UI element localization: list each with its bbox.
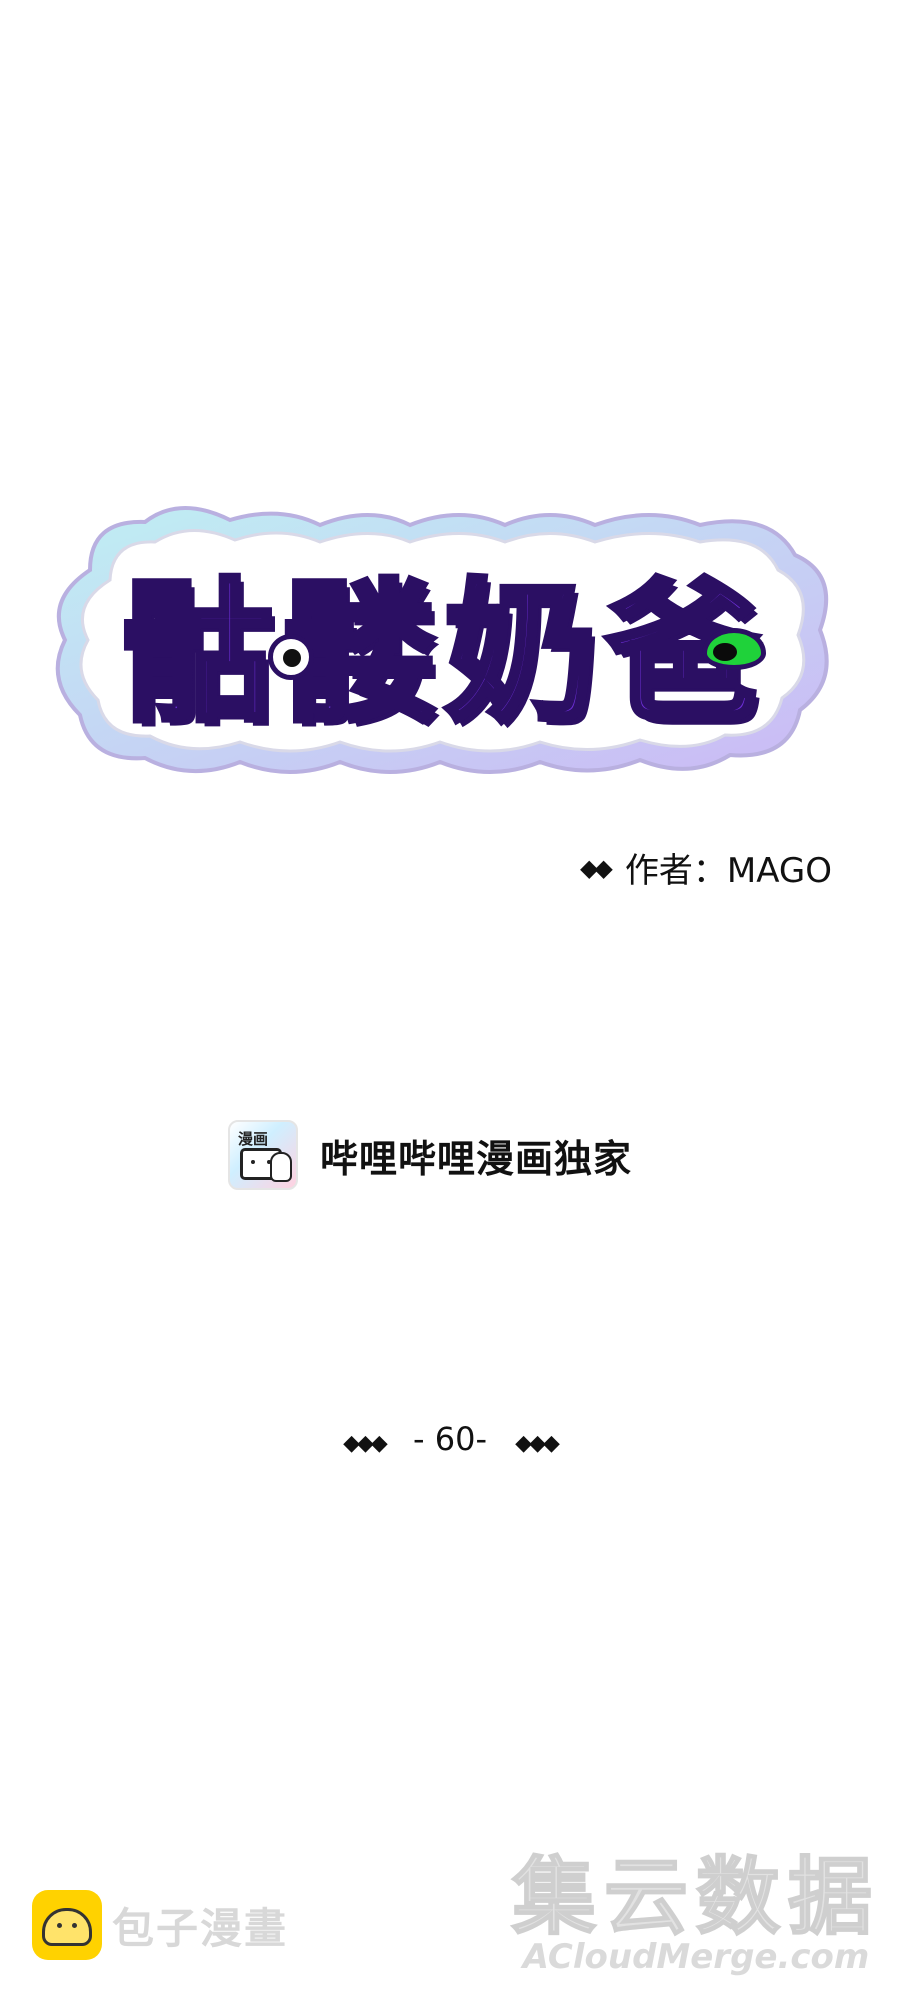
author-label: 作者：MAGO bbox=[624, 851, 832, 891]
chapter-number-text: - 60- bbox=[413, 1420, 487, 1458]
diamond-decor-icon: ◆◆ bbox=[579, 853, 613, 882]
author-line: ◆◆ 作者：MAGO bbox=[580, 843, 832, 892]
exclusive-text: 哔哩哔哩漫画独家 bbox=[320, 1136, 633, 1181]
app-icon-label: 漫画 bbox=[238, 1130, 269, 1148]
acloudmerge-cn-text: 集云数据 bbox=[511, 1848, 880, 1946]
diamond-decor-right-icon: ◆◆◆ bbox=[515, 1431, 560, 1456]
baozi-watermark-text: 包子漫畫 bbox=[112, 1903, 289, 1953]
acloudmerge-en-text: ACloudMerge.com bbox=[522, 1937, 870, 1977]
logo-green-eye-icon bbox=[702, 628, 766, 670]
bilibili-manga-app-icon: 漫画 bbox=[228, 1120, 298, 1190]
chapter-number: ◆◆◆ - 60- ◆◆◆ bbox=[0, 1420, 900, 1458]
bunny-icon bbox=[270, 1152, 292, 1182]
diamond-decor-left-icon: ◆◆◆ bbox=[343, 1431, 388, 1456]
logo-eye-icon bbox=[268, 634, 314, 680]
title-logo: 骷髅奶爸 bbox=[50, 500, 840, 780]
baozi-watermark: 包子漫畫 bbox=[32, 1890, 288, 1960]
baozi-bun-icon bbox=[32, 1890, 102, 1960]
platform-exclusive: 漫画 哔哩哔哩漫画独家 bbox=[228, 1120, 632, 1190]
acloudmerge-watermark: 集云数据 ACloudMerge.com bbox=[511, 1848, 880, 1977]
